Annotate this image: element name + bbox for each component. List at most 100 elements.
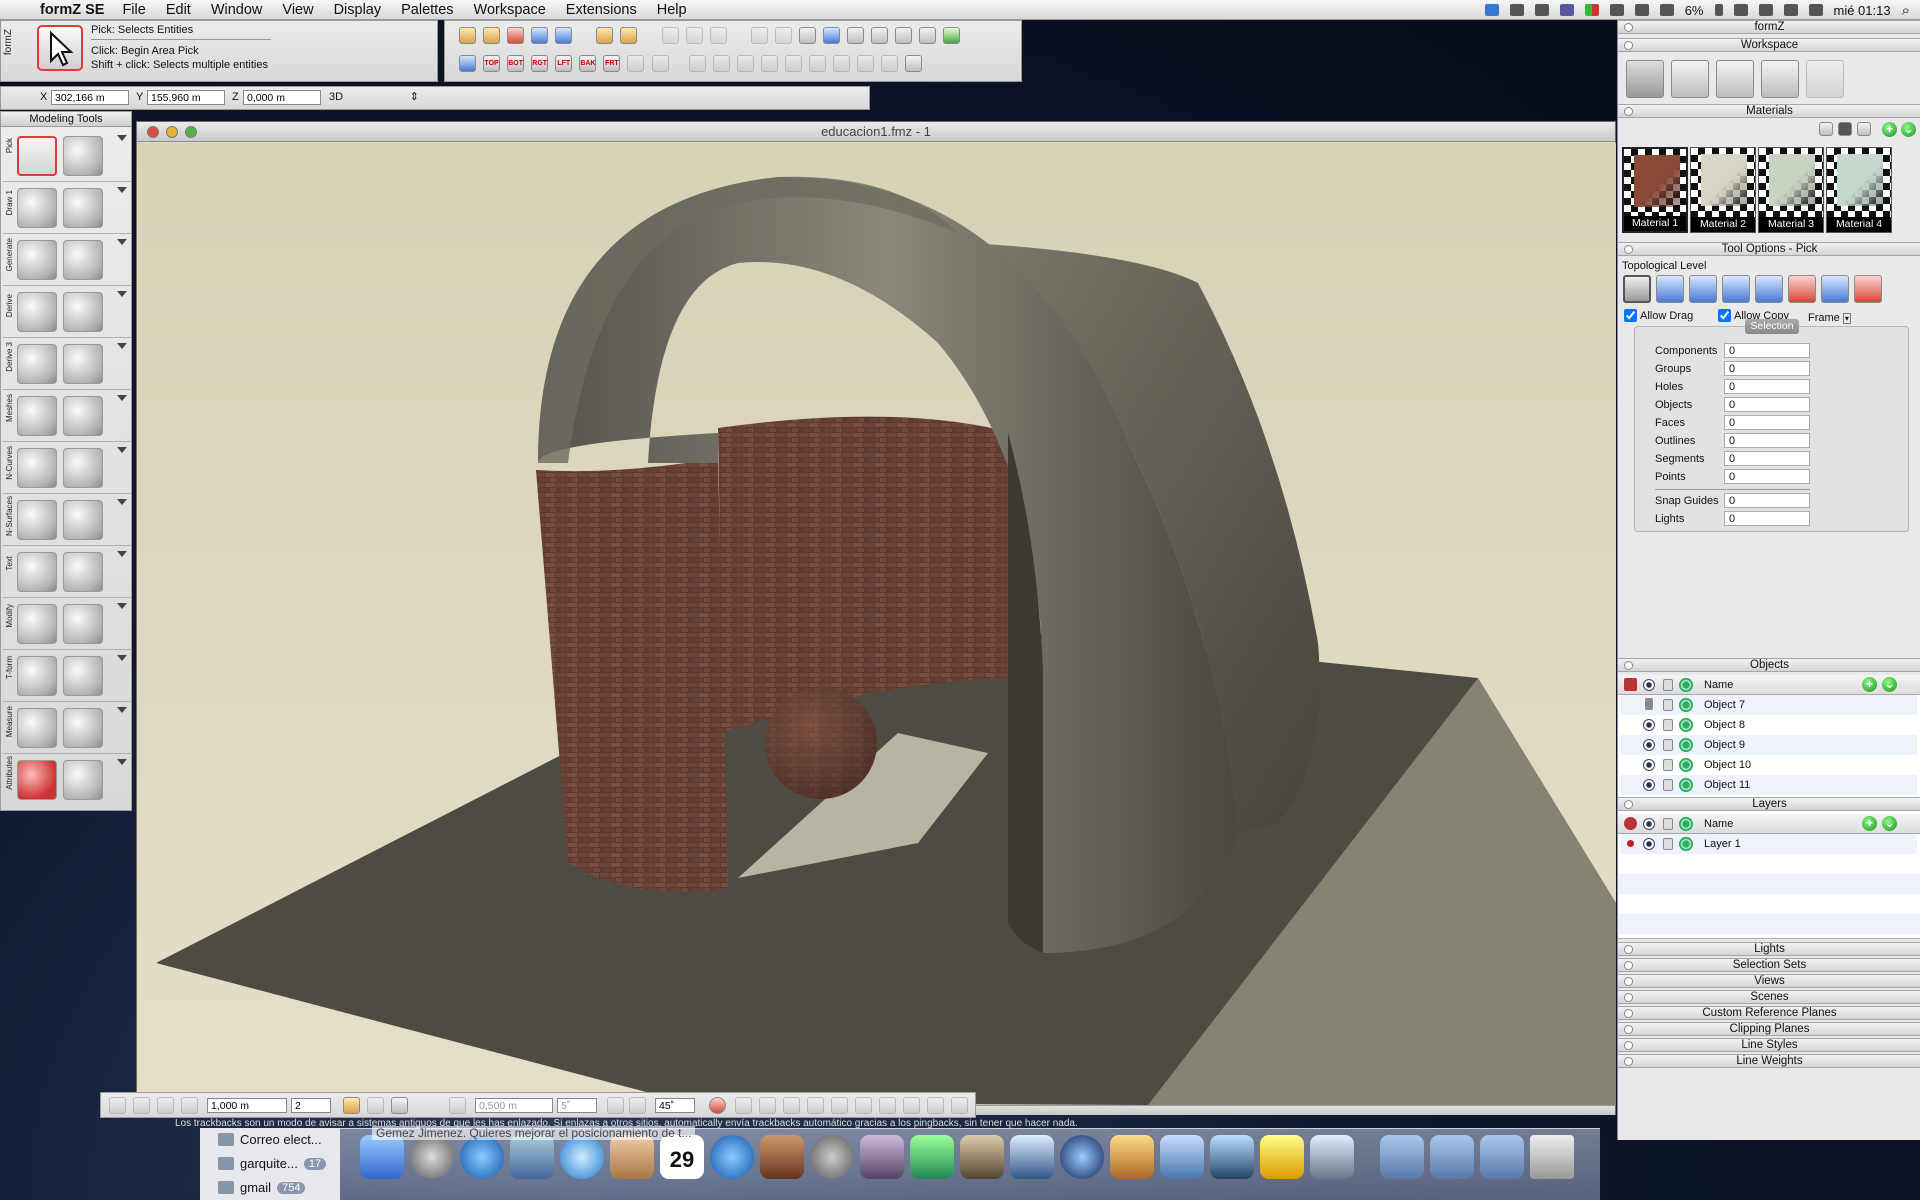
axonometric-icon[interactable]: [627, 55, 645, 72]
materials-menu-icon[interactable]: ⌄: [1901, 122, 1916, 137]
camera-icon[interactable]: [871, 27, 889, 44]
chevron-down-icon[interactable]: [117, 291, 127, 297]
safari-icon[interactable]: [560, 1135, 604, 1179]
custom-reference-planes-header[interactable]: Custom Reference Planes: [1618, 1006, 1920, 1020]
zoom-all-icon[interactable]: [857, 55, 875, 72]
snap-distance-input[interactable]: [475, 1098, 553, 1113]
archicad-icon[interactable]: [960, 1135, 1004, 1179]
views-header[interactable]: Views: [1618, 974, 1920, 988]
snap-tangent-icon[interactable]: [927, 1097, 944, 1114]
lock-icon[interactable]: [1663, 699, 1673, 711]
bluetooth-icon[interactable]: [1714, 4, 1723, 16]
chevron-down-icon[interactable]: [117, 499, 127, 505]
render-icon[interactable]: [1679, 698, 1693, 712]
component-level-icon[interactable]: [1722, 275, 1751, 303]
objects-menu-icon[interactable]: ⌄: [1882, 677, 1897, 692]
polyline-icon[interactable]: [63, 188, 103, 228]
no-snap-icon[interactable]: [709, 1097, 726, 1114]
eye-icon[interactable]: [1643, 719, 1655, 731]
annotation-icon[interactable]: [63, 552, 103, 592]
clipping-planes-header[interactable]: Clipping Planes: [1618, 1022, 1920, 1036]
paint-icon[interactable]: [17, 760, 57, 800]
group-level-icon[interactable]: [1689, 275, 1718, 303]
outline-level-icon[interactable]: [1788, 275, 1817, 303]
grid-plane-icon[interactable]: [109, 1097, 126, 1114]
axes-icon[interactable]: [459, 55, 476, 72]
formz-dock-icon[interactable]: [1260, 1135, 1304, 1179]
render-workspace-icon[interactable]: [1716, 60, 1755, 98]
group-icon[interactable]: [63, 604, 103, 644]
folder-icon[interactable]: [1534, 4, 1549, 16]
chevron-down-icon[interactable]: [117, 135, 127, 141]
sketchup-icon[interactable]: [910, 1135, 954, 1179]
grid-module-icon[interactable]: [157, 1097, 174, 1114]
curve-edit-icon[interactable]: [63, 448, 103, 488]
chevron-down-icon[interactable]: [117, 759, 127, 765]
object-row[interactable]: Object 11: [1621, 775, 1917, 795]
collapse-dot-icon[interactable]: [1624, 1057, 1633, 1066]
view-bottom-button[interactable]: BOT: [507, 55, 525, 72]
open-icon[interactable]: [459, 27, 476, 44]
view-back-button[interactable]: BAK: [579, 55, 597, 72]
snap-angle-small-input[interactable]: [557, 1098, 597, 1113]
lock-icon[interactable]: [1663, 719, 1673, 731]
view-front-button[interactable]: FRT: [603, 55, 621, 72]
view-right-button[interactable]: RGT: [531, 55, 549, 72]
chevron-down-icon[interactable]: [117, 239, 127, 245]
render-icon[interactable]: [1679, 837, 1693, 851]
snap-plane-icon[interactable]: [951, 1097, 968, 1114]
angle-snap-icon[interactable]: [181, 1097, 198, 1114]
app-store-icon[interactable]: [460, 1135, 504, 1179]
lathe-surface-icon[interactable]: [17, 500, 57, 540]
active-layer-column-icon[interactable]: [1624, 817, 1637, 830]
chevron-down-icon[interactable]: [117, 187, 127, 193]
sweep-icon[interactable]: [63, 292, 103, 332]
y-coordinate-input[interactable]: [147, 90, 225, 105]
bird-app-icon[interactable]: [1160, 1135, 1204, 1179]
layers-header[interactable]: Layers: [1618, 797, 1920, 811]
zoom-out-icon[interactable]: [833, 55, 850, 72]
collapse-dot-icon[interactable]: [1624, 41, 1633, 50]
dome-icon[interactable]: [17, 240, 57, 280]
memory-meter-icon[interactable]: [1584, 4, 1599, 16]
snap-angle-input[interactable]: [655, 1098, 695, 1113]
menu-extensions[interactable]: Extensions: [556, 2, 647, 18]
script-editor-icon[interactable]: [860, 1135, 904, 1179]
snap-midpoint-icon[interactable]: [783, 1097, 800, 1114]
ruler-icon[interactable]: [449, 1097, 466, 1114]
eye-icon[interactable]: [1643, 739, 1655, 751]
image-capture-icon[interactable]: [1310, 1135, 1354, 1179]
render-column-icon[interactable]: [1679, 678, 1693, 692]
line-weights-header[interactable]: Line Weights: [1618, 1054, 1920, 1068]
material-swatch-4[interactable]: Material 4: [1826, 147, 1892, 233]
snap-point-icon[interactable]: [735, 1097, 752, 1114]
mail-icon[interactable]: [510, 1135, 554, 1179]
model-viewport[interactable]: [138, 143, 1616, 1105]
grid-snap-icon[interactable]: [133, 1097, 150, 1114]
chevron-down-icon[interactable]: [117, 655, 127, 661]
copy-icon[interactable]: [685, 27, 703, 44]
tool-options-header[interactable]: Tool Options - Pick: [1618, 242, 1920, 256]
finder-icon[interactable]: [360, 1135, 404, 1179]
layer-row[interactable]: Layer 1: [1621, 834, 1917, 854]
materials-header[interactable]: Materials: [1618, 104, 1920, 118]
lock-column-icon[interactable]: [1663, 679, 1673, 691]
grid-icon[interactable]: [750, 27, 768, 44]
point-level-icon[interactable]: [1854, 275, 1883, 303]
trash-icon[interactable]: [1530, 1135, 1574, 1179]
add-layer-icon[interactable]: +: [1862, 816, 1877, 831]
visibility-column-icon[interactable]: [1643, 818, 1655, 830]
task-app-icon[interactable]: [1210, 1135, 1254, 1179]
collapse-dot-icon[interactable]: [1624, 945, 1633, 954]
network-icon[interactable]: [1609, 4, 1624, 16]
menu-display[interactable]: Display: [324, 2, 392, 18]
render-icon[interactable]: [1679, 758, 1693, 772]
trash-icon[interactable]: [63, 760, 103, 800]
allow-drag-checkbox[interactable]: Allow Drag: [1624, 309, 1693, 322]
lock-icon[interactable]: [1663, 739, 1673, 751]
view-options-icon[interactable]: [905, 55, 923, 72]
extrude-icon[interactable]: [63, 240, 103, 280]
collapse-dot-icon[interactable]: [1624, 23, 1633, 32]
nurbs-curve-icon[interactable]: [17, 448, 57, 488]
mail-folder[interactable]: garquite... 17: [218, 1156, 327, 1171]
